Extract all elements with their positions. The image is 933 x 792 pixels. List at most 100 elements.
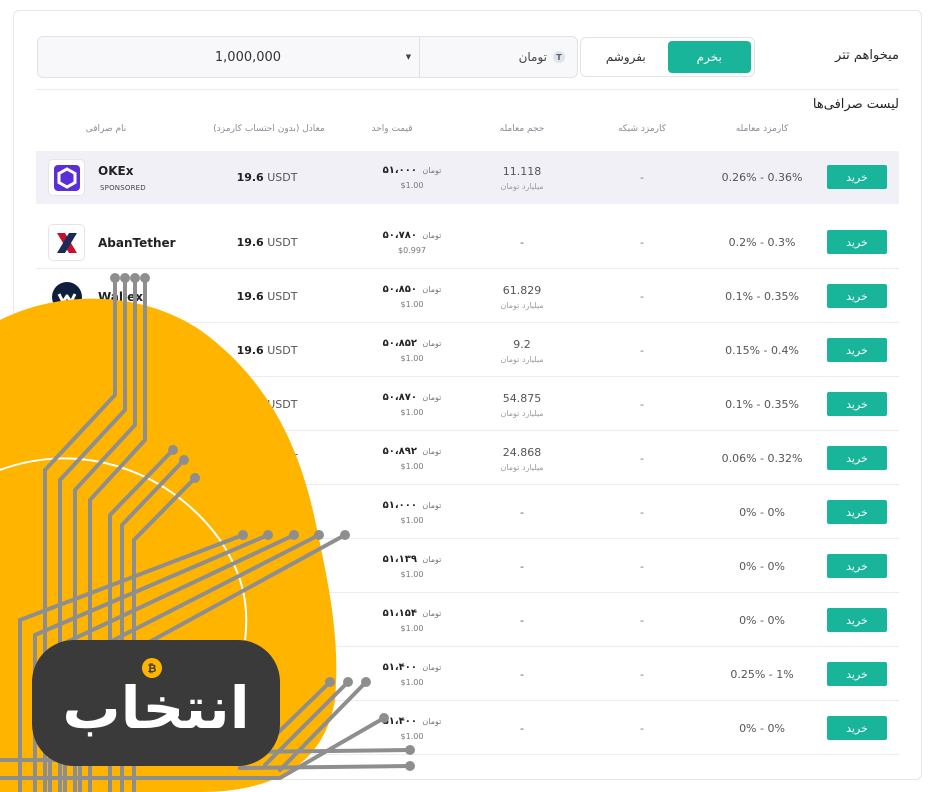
equivalent-number: 19.6 (236, 452, 264, 465)
equivalent-number: 19.6 (236, 290, 264, 303)
network-fee-cell: - (640, 151, 644, 204)
volume-cell: 9.2 میلیارد تومان (500, 324, 543, 377)
volume-value: - (520, 668, 524, 681)
price-unit: تومان (422, 285, 442, 294)
volume-unit: میلیارد تومان (500, 300, 544, 310)
fee-cell: 0.2% - 0.3% (729, 216, 796, 269)
exchange-name[interactable]: OKEx SPONSORED (98, 151, 146, 204)
amount-input[interactable]: 1,000,000 (38, 37, 398, 77)
buy-button[interactable]: خرید (827, 554, 887, 578)
sponsored-badge: SPONSORED (100, 183, 146, 192)
buy-button[interactable]: خرید (827, 338, 887, 362)
divider (36, 89, 899, 90)
buy-button[interactable]: خرید (827, 446, 887, 470)
fee-cell: 0.06% - 0.32% (722, 432, 803, 485)
price-value: تومان ۵۰،۸۵۲ (383, 338, 442, 349)
fee-value: 0% - 0% (739, 614, 785, 627)
network-fee-cell: - (640, 702, 644, 755)
equivalent-number: 19.6 (236, 398, 264, 411)
price-value: تومان ۵۱،۱۵۴ (383, 608, 442, 619)
buy-button[interactable]: خرید (827, 608, 887, 632)
equivalent-number: 19.6 (236, 171, 264, 184)
fee-value: 0.15% - 0.4% (725, 344, 799, 357)
fee-value: 0% - 0% (739, 560, 785, 573)
price-number: ۵۱،۰۰۰ (382, 500, 417, 511)
price-unit: تومان (422, 447, 442, 456)
table-row: خرید 0.25% - 1% - - تومان ۵۱،۴۰۰ $1.00 (36, 648, 899, 701)
price-value: تومان ۵۰،۸۷۰ (383, 392, 442, 403)
buy-button[interactable]: خرید (827, 165, 887, 189)
buy-tab[interactable]: بخرم (667, 41, 751, 73)
exchange-name-label[interactable]: AbanTether (98, 236, 176, 250)
price-unit: تومان (422, 231, 442, 240)
price-number: ۵۰،۸۷۰ (382, 392, 417, 403)
equivalent-cell: 19.5 USDT (237, 540, 298, 593)
table-header: کارمزد معامله کارمزد شبکه حجم معامله قیم… (36, 124, 899, 138)
equivalent-cell: 19.6 USDT (237, 378, 298, 431)
exchange-name-partial[interactable]: al (146, 324, 158, 377)
network-fee-value: - (640, 344, 644, 357)
price-value: تومان ۵۱،۴۰۰ (383, 662, 442, 673)
volume-cell: - (520, 216, 524, 269)
table-row: خرید 0.26% - 0.36% - 11.118 میلیارد توما… (36, 151, 899, 204)
exchange-name-label[interactable]: OKEx (98, 164, 146, 178)
buy-button[interactable]: خرید (827, 662, 887, 686)
exchange-name[interactable]: AbanTether (98, 216, 176, 269)
equivalent-number: 19.6 (236, 236, 264, 249)
buy-button[interactable]: خرید (827, 230, 887, 254)
currency-label: تومان (518, 50, 547, 64)
equivalent-unit: USDT (267, 506, 298, 519)
volume-value: 61.829 (502, 283, 542, 297)
network-fee-value: - (640, 506, 644, 519)
volume-unit: میلیارد تومان (500, 408, 544, 418)
equivalent-number: 19.6 (236, 506, 264, 519)
fee-cell: 0.25% - 1% (730, 648, 793, 701)
exchange-name-label[interactable]: Wallex (98, 290, 143, 304)
price-cell: تومان ۵۱،۱۵۴ $1.00 (383, 594, 442, 647)
price-usd: $1.00 (400, 624, 424, 633)
volume-cell: - (520, 540, 524, 593)
price-value: تومان ۵۰،۷۸۰ (383, 230, 442, 241)
wallex-logo-icon[interactable] (48, 278, 85, 315)
network-fee-cell: - (640, 216, 644, 269)
equivalent-unit: USDT (267, 452, 298, 465)
price-value: تومان ۵۰،۸۹۲ (383, 446, 442, 457)
fee-value: 0% - 0% (739, 506, 785, 519)
volume-value: - (520, 236, 524, 249)
buy-button[interactable]: خرید (827, 500, 887, 524)
abantether-logo-icon[interactable] (48, 224, 85, 261)
fee-value: 0.2% - 0.3% (728, 236, 796, 249)
buy-button[interactable]: خرید (827, 284, 887, 308)
volume-cell: - (520, 702, 524, 755)
table-row: خرید 0.1% - 0.35% - 54.875 میلیارد تومان… (36, 378, 899, 431)
fee-cell: 0.1% - 0.35% (725, 270, 799, 323)
price-cell: تومان ۵۰،۷۸۰ $0.997 (383, 216, 442, 269)
price-value: تومان ۵۱،۰۰۰ (383, 500, 442, 511)
price-unit: تومان (422, 663, 442, 672)
equivalent-value: 19.6 USDT (237, 171, 298, 184)
exchange-name[interactable]: Wallex (98, 270, 143, 323)
okex-logo-icon[interactable] (48, 159, 85, 196)
sell-tab[interactable]: بفروشم (584, 41, 668, 73)
buy-button[interactable]: خرید (827, 716, 887, 740)
price-number: ۵۰،۸۵۲ (382, 338, 417, 349)
network-fee-value: - (640, 614, 644, 627)
price-number: ۵۱،۰۰۰ (382, 165, 417, 176)
header-volume: حجم معامله (499, 124, 545, 134)
header-fee: کارمزد معامله (735, 124, 789, 134)
buy-sell-toggle[interactable]: بفروشم بخرم (580, 37, 755, 77)
volume-cell: - (520, 594, 524, 647)
amount-input-group[interactable]: 1,000,000 ▼ تومان T (37, 36, 578, 78)
volume-unit: میلیارد تومان (500, 462, 544, 472)
volume-value: 54.875 (502, 391, 542, 405)
network-fee-cell: - (640, 378, 644, 431)
price-unit: تومان (422, 166, 442, 175)
volume-cell: - (520, 648, 524, 701)
network-fee-value: - (640, 668, 644, 681)
price-cell: تومان ۵۱،۰۰۰ $1.00 (383, 486, 442, 539)
fee-value: 0% - 0% (739, 722, 785, 735)
currency-select[interactable]: تومان T (397, 37, 577, 77)
buy-button[interactable]: خرید (827, 392, 887, 416)
network-fee-value: - (640, 560, 644, 573)
price-cell: تومان ۵۰،۸۵۰ $1.00 (383, 270, 442, 323)
